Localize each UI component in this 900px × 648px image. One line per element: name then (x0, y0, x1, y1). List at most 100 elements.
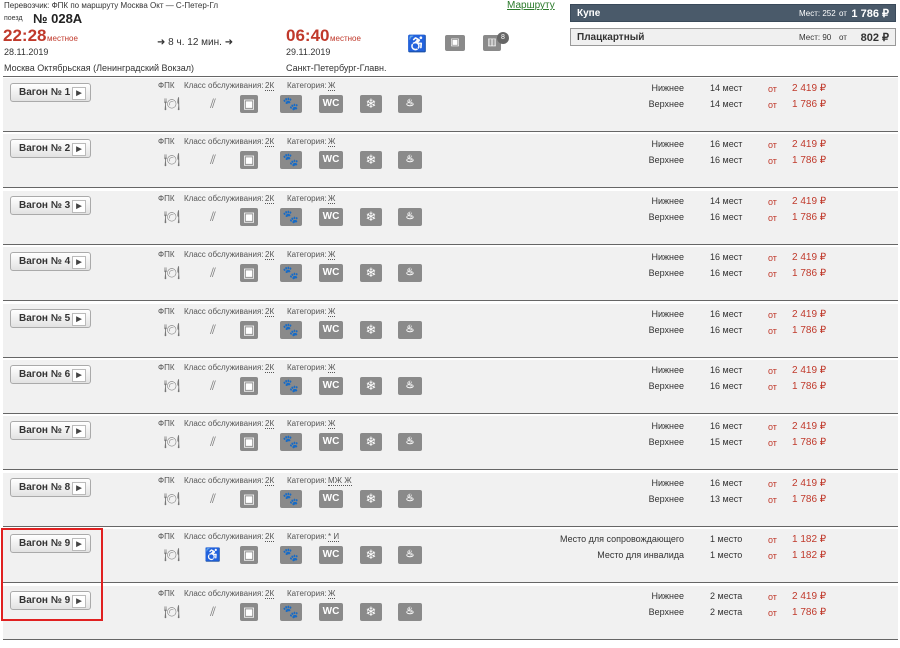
service-class-link[interactable]: 2К (265, 363, 275, 373)
service-label: Класс обслуживания: (184, 81, 264, 90)
service-label: Класс обслуживания: (184, 419, 264, 428)
category-link[interactable]: Ж (328, 307, 336, 317)
seat-count: 15 мест (710, 437, 743, 447)
category-link[interactable]: Ж (328, 419, 336, 429)
seat-price[interactable]: 2 419 ₽ (792, 421, 826, 432)
car-carrier: ФПК (158, 419, 175, 428)
seat-type: Нижнее (651, 421, 684, 431)
service-class-link[interactable]: 2К (265, 476, 275, 486)
service-label: Класс обслуживания: (184, 589, 264, 598)
service-label: Класс обслуживания: (184, 307, 264, 316)
air-conditioning-icon: ❄ (360, 208, 382, 226)
car-carrier: ФПК (158, 194, 175, 203)
car-carrier: ФПК (158, 476, 175, 485)
category-link[interactable]: Ж (328, 81, 336, 91)
service-class-link[interactable]: 2К (265, 419, 275, 429)
service-class-link[interactable]: 2К (265, 137, 275, 147)
comfort-icon: ⫽ (210, 604, 216, 619)
seat-type: Верхнее (648, 325, 684, 335)
seat-price[interactable]: 1 182 ₽ (792, 550, 826, 561)
car-button[interactable]: Вагон № 3 ▶ (10, 196, 91, 215)
category-link[interactable]: Ж (328, 137, 336, 147)
seat-price[interactable]: 1 786 ₽ (792, 494, 826, 505)
seat-type: Нижнее (651, 365, 684, 375)
hot-water-icon: ♨ (398, 433, 422, 451)
air-conditioning-icon: ❄ (360, 603, 382, 621)
car-button[interactable]: Вагон № 1 ▶ (10, 83, 91, 102)
category-label: Категория: (287, 419, 327, 428)
car-row: Вагон № 5 ▶ ФПК Класс обслуживания: 2К Катего… (3, 304, 898, 358)
air-conditioning-icon: ❄ (360, 433, 382, 451)
price-from: от (768, 140, 777, 150)
car-button[interactable]: Вагон № 5 ▶ (10, 309, 91, 328)
car-button[interactable]: Вагон № 8 ▶ (10, 478, 91, 497)
seat-price[interactable]: 2 419 ₽ (792, 252, 826, 263)
seat-price[interactable]: 2 419 ₽ (792, 365, 826, 376)
fork-knife-icon: 🍽 (163, 547, 181, 562)
car-carrier: ФПК (158, 250, 175, 259)
car-button[interactable]: Вагон № 6 ▶ (10, 365, 91, 384)
category-link[interactable]: Ж (328, 363, 336, 373)
seat-price[interactable]: 2 419 ₽ (792, 83, 826, 94)
seat-count: 1 место (710, 550, 743, 560)
service-label: Класс обслуживания: (184, 137, 264, 146)
seat-price[interactable]: 2 419 ₽ (792, 591, 826, 602)
seat-count: 16 мест (710, 212, 743, 222)
seat-count: 16 мест (710, 365, 743, 375)
selection-highlight (1, 528, 103, 621)
seat-price[interactable]: 1 786 ₽ (792, 212, 826, 223)
service-class-link[interactable]: 2К (265, 81, 275, 91)
car-row: Вагон № 8 ▶ ФПК Класс обслуживания: 2К Катего… (3, 473, 898, 527)
air-conditioning-icon: ❄ (360, 264, 382, 282)
price-from: от (768, 100, 777, 110)
service-class-link[interactable]: 2К (265, 589, 275, 599)
class-price: 1 786 ₽ (851, 8, 889, 20)
wheelchair-icon: ♿ (204, 547, 222, 562)
seat-price[interactable]: 1 786 ₽ (792, 268, 826, 279)
seat-price[interactable]: 1 786 ₽ (792, 607, 826, 618)
service-class: 2К (265, 476, 275, 486)
service-class-link[interactable]: 2К (265, 194, 275, 204)
car-label: Вагон № 1 (19, 87, 71, 98)
class-kupe[interactable]: Купе Мест: 252 от 1 786 ₽ (570, 4, 896, 22)
seat-price[interactable]: 2 419 ₽ (792, 139, 826, 150)
car-row: Вагон № 9 ▶ ФПК Класс обслуживания: 2К Катего… (3, 586, 898, 640)
service-class: 2К (265, 363, 275, 373)
class-from: от (839, 33, 847, 42)
category-link[interactable]: Ж (328, 250, 336, 260)
seat-count: 16 мест (710, 268, 743, 278)
fork-knife-icon: 🍽 (163, 96, 181, 111)
seat-price[interactable]: 1 786 ₽ (792, 155, 826, 166)
car-button[interactable]: Вагон № 7 ▶ (10, 421, 91, 440)
seat-price[interactable]: 2 419 ₽ (792, 309, 826, 320)
service-class: 2К (265, 81, 275, 91)
service-class-link[interactable]: 2К (265, 532, 275, 542)
comfort-icon: ⫽ (210, 434, 216, 449)
service-label: Класс обслуживания: (184, 476, 264, 485)
car-button[interactable]: Вагон № 4 ▶ (10, 252, 91, 271)
category-link[interactable]: Ж (328, 589, 336, 599)
seat-count: 14 мест (710, 196, 743, 206)
price-from: от (768, 156, 777, 166)
seat-price[interactable]: 2 419 ₽ (792, 196, 826, 207)
service-class-link[interactable]: 2К (265, 307, 275, 317)
seat-price[interactable]: 1 786 ₽ (792, 325, 826, 336)
seat-price[interactable]: 2 419 ₽ (792, 478, 826, 489)
route-link[interactable]: Маршруту (507, 0, 555, 11)
seat-type: Верхнее (648, 437, 684, 447)
category-link[interactable]: Ж (328, 194, 336, 204)
service-class-link[interactable]: 2К (265, 250, 275, 260)
fork-knife-icon: 🍽 (163, 604, 181, 619)
fork-knife-icon: 🍽 (163, 491, 181, 506)
seat-price[interactable]: 1 182 ₽ (792, 534, 826, 545)
seat-price[interactable]: 1 786 ₽ (792, 381, 826, 392)
category-link[interactable]: * И (328, 532, 340, 542)
class-platskart[interactable]: Плацкартный Мест: 90 от 802 ₽ (570, 28, 896, 46)
seat-price[interactable]: 1 786 ₽ (792, 99, 826, 110)
badge-count: 8 (497, 32, 509, 44)
hot-water-icon: ♨ (398, 264, 422, 282)
car-carrier: ФПК (158, 363, 175, 372)
seat-price[interactable]: 1 786 ₽ (792, 437, 826, 448)
car-button[interactable]: Вагон № 2 ▶ (10, 139, 91, 158)
category-link[interactable]: МЖ Ж (328, 476, 352, 486)
